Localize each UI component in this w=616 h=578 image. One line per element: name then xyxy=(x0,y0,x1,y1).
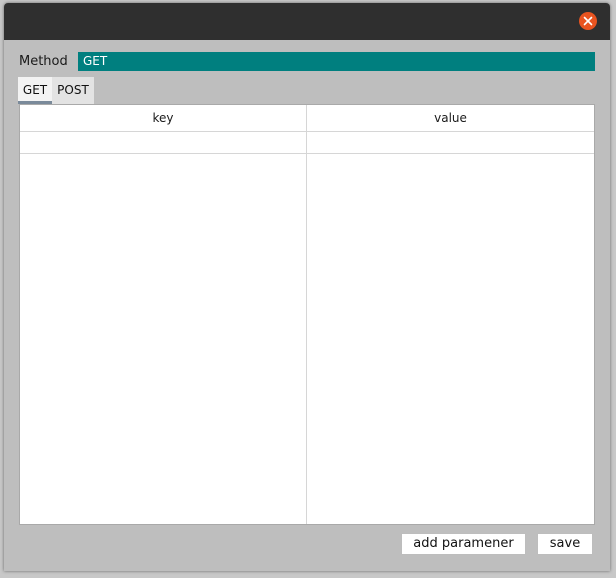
tab-get[interactable]: GET xyxy=(18,77,52,104)
column-divider xyxy=(306,132,307,524)
table-row[interactable] xyxy=(20,132,594,154)
parameters-table: key value xyxy=(19,104,595,525)
title-bar[interactable] xyxy=(4,3,610,40)
value-cell[interactable] xyxy=(307,132,594,153)
tab-post[interactable]: POST xyxy=(52,77,94,104)
column-header-value[interactable]: value xyxy=(307,105,594,132)
column-header-key[interactable]: key xyxy=(20,105,307,132)
close-button[interactable] xyxy=(579,12,597,30)
add-parameter-button[interactable]: add paramener xyxy=(401,533,526,555)
save-button[interactable]: save xyxy=(537,533,593,555)
dialog-window: Method GET GET POST key value add parame… xyxy=(4,3,610,571)
method-label: Method xyxy=(19,54,68,69)
key-cell[interactable] xyxy=(20,132,307,153)
close-icon xyxy=(583,16,593,26)
method-field[interactable]: GET xyxy=(78,52,595,71)
